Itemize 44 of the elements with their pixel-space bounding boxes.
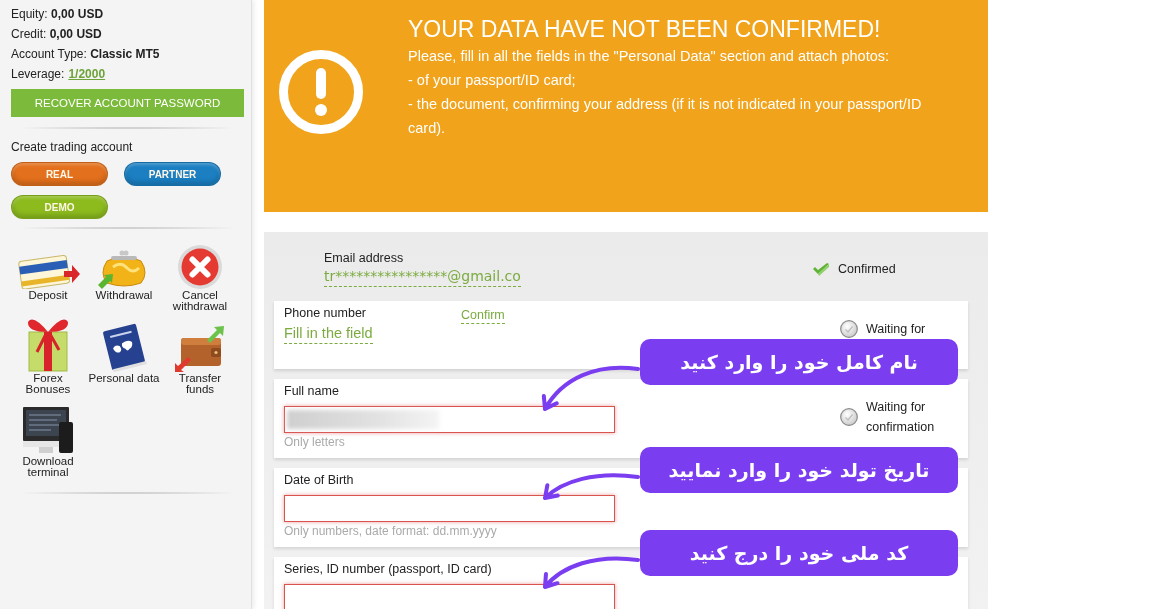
field-label: Email address [324, 250, 404, 266]
annotation-callout: کد ملی خود را درج کنید [640, 530, 958, 576]
text-input[interactable] [284, 584, 615, 609]
account-info-text: Account Type: Classic MT5 [11, 46, 160, 63]
confirm-link[interactable]: Confirm [461, 307, 505, 324]
text-input[interactable] [284, 406, 615, 433]
fill-in-link[interactable]: Fill in the field [284, 323, 373, 344]
annotation-callout: تاریخ تولد خود را وارد نمایید [640, 447, 958, 493]
field-hint: Only numbers, date format: dd.mm.yyyy [284, 523, 497, 539]
sidebar-action-button[interactable]: Deposit [10, 237, 86, 312]
exclamation-circle-icon [279, 50, 363, 134]
status-text: Waiting for [866, 321, 926, 338]
banner-text: Please, fill in all the fields in the "Personal Data" section and attach photos: [408, 47, 891, 66]
account-info-text: Equity: 0,00 USD [11, 6, 104, 23]
account-info-text: Credit: 0,00 USD [11, 26, 102, 43]
banner-list-item: - the document, confirming your address (if it is not indicated in your passport/ID card). [408, 95, 923, 138]
field-hint: Only letters [284, 434, 345, 450]
sidebar-action-button[interactable]: Personal data [86, 320, 162, 395]
wallet-icon [175, 326, 225, 372]
sidebar-action-button[interactable]: Transfer funds [162, 320, 238, 395]
section-title: Create trading account [11, 139, 133, 155]
banner-list-item: - of your passport/ID card; [408, 71, 577, 90]
banner-title: YOUR DATA HAVE NOT BEEN CONFIRMED! [408, 15, 881, 44]
field-label: Phone number [284, 305, 366, 321]
field-label: Series, ID number (passport, ID card) [284, 561, 492, 577]
cancel-circle-icon [178, 245, 222, 289]
account-info-link[interactable]: 1/2000 [68, 64, 106, 84]
sidebar-action-button[interactable]: Cancel withdrawal [162, 237, 238, 312]
computer-monitor-icon [21, 405, 75, 455]
recover-password-button[interactable]: RECOVER ACCOUNT PASSWORD [11, 89, 244, 117]
field-label: Full name [284, 383, 339, 399]
field-label: Date of Birth [284, 472, 354, 488]
sidebar-action-button[interactable]: Download terminal [10, 403, 86, 478]
sidebar-action-button[interactable]: Forex Bonuses [10, 320, 86, 395]
annotation-callout: نام کامل خود را وارد کنید [640, 339, 958, 385]
status-text: Waiting for confirmation [866, 398, 936, 436]
account-type-button[interactable]: DEMO [11, 195, 108, 219]
status-text: Confirmed [838, 260, 896, 278]
account-info-label: Leverage: [11, 66, 65, 83]
text-input[interactable] [284, 495, 615, 522]
sidebar-action-button[interactable]: Withdrawal [86, 237, 162, 312]
email-link[interactable]: tr****************@gmail.co [324, 266, 521, 287]
account-type-button[interactable]: PARTNER [124, 162, 221, 186]
account-type-button[interactable]: REAL [11, 162, 108, 186]
